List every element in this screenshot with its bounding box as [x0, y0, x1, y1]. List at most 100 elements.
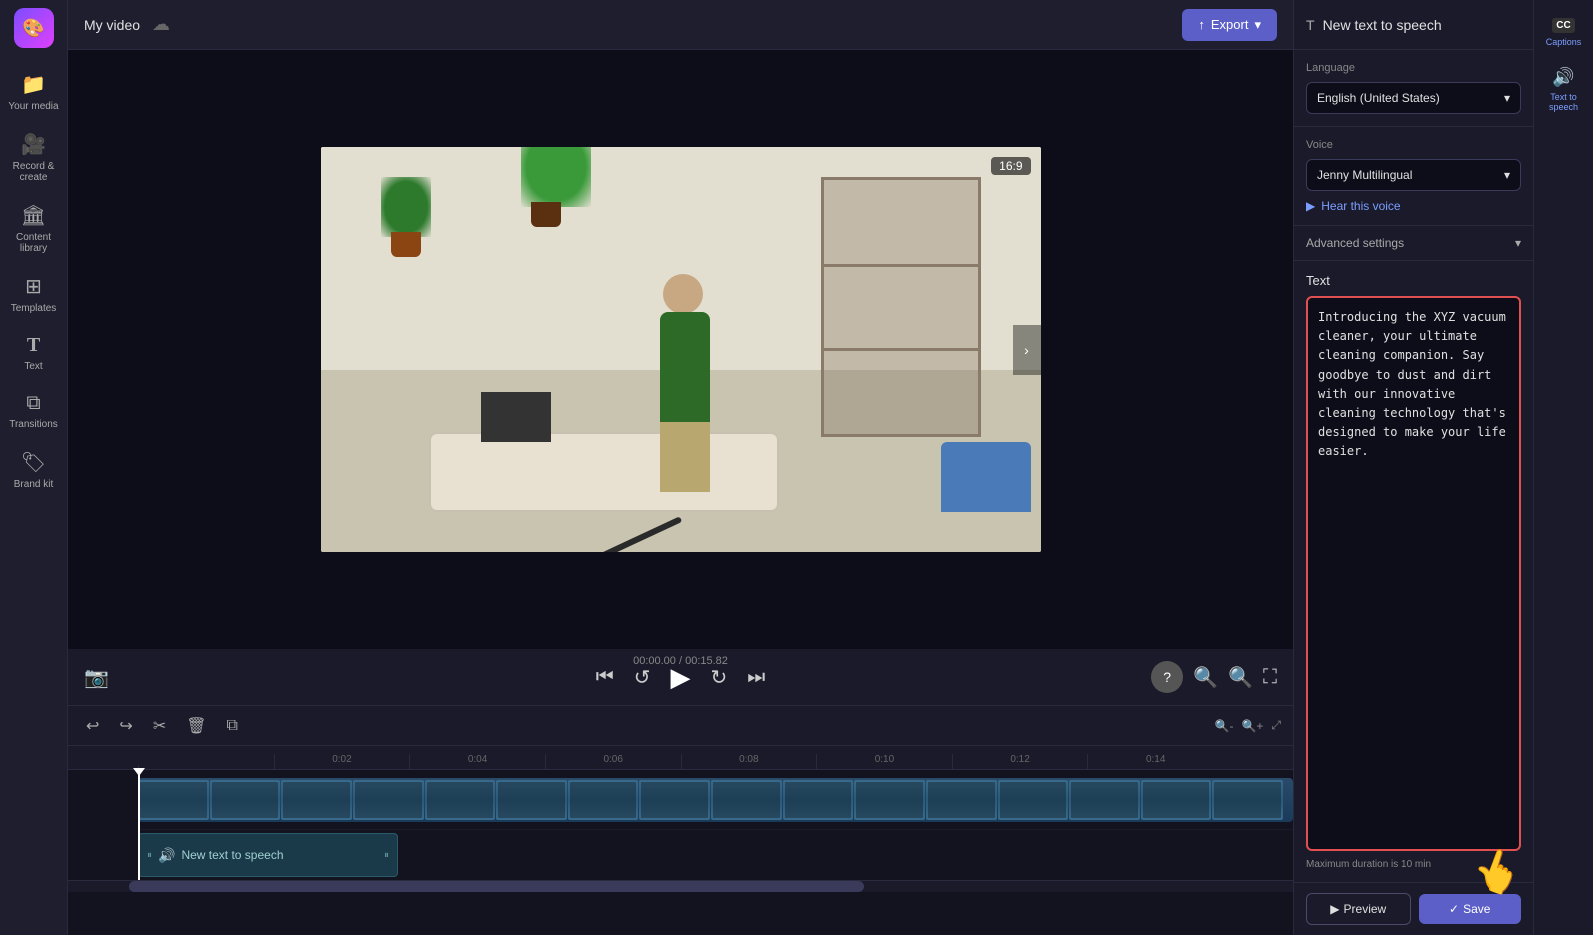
sidebar-item-label-your-media: Your media — [8, 101, 58, 112]
tts-clip-label: New text to speech — [181, 848, 283, 862]
preview-play-icon: ▶ — [1330, 902, 1339, 916]
sidebar-item-your-media[interactable]: 📁 Your media — [2, 64, 66, 120]
rewind-button[interactable]: ↺ — [634, 665, 651, 690]
next-scene-button[interactable]: › — [1013, 325, 1041, 375]
time-display: 00:00.00 / 00:15.82 — [633, 655, 728, 667]
zoom-out-button[interactable]: 🔍 — [1193, 661, 1218, 693]
voice-chevron-icon: ▾ — [1504, 168, 1510, 182]
person — [645, 292, 725, 492]
ruler-mark-0 — [138, 765, 274, 769]
cloud-sync-icon: ☁ — [152, 14, 170, 35]
text-input[interactable] — [1306, 296, 1521, 851]
video-clip[interactable]: 🔊 — [138, 778, 1293, 822]
ruler-mark-4: 0:08 — [681, 754, 817, 769]
tts-panel-icon: T — [1306, 17, 1315, 33]
film-strip-16 — [1212, 780, 1283, 820]
tv-stand — [481, 392, 551, 442]
scrollbar-thumb[interactable] — [129, 881, 864, 892]
film-strip-7 — [568, 780, 639, 820]
film-strip-container — [138, 780, 1283, 820]
language-dropdown[interactable]: English (United States) ▾ — [1306, 82, 1521, 114]
tts-tab-label: Text to speech — [1538, 92, 1589, 112]
advanced-settings-section[interactable]: Advanced settings ▾ — [1294, 226, 1533, 261]
sidebar-item-record-create[interactable]: 🎥 Record &create — [2, 124, 66, 191]
plant-decoration-2 — [521, 147, 571, 227]
sidebar: 🎨 📁 Your media 🎥 Record &create 🏛 Conten… — [0, 0, 68, 935]
ruler-mark-5: 0:10 — [816, 754, 952, 769]
floor-rug — [429, 432, 779, 512]
undo-button[interactable]: ↩ — [80, 712, 105, 740]
video-track[interactable]: 🔊 — [138, 770, 1293, 830]
duplicate-button[interactable]: ⧉ — [221, 713, 244, 739]
tts-handle-right: ⏸ — [384, 850, 389, 861]
preview-button[interactable]: ▶ Preview — [1306, 893, 1411, 925]
your-media-icon: 📁 — [21, 72, 46, 97]
playback-controls: 📷 ⏮ ↺ ▶ ↻ ⏭ 00:00.00 / 00:15.82 ? 🔍 🔍 ⛶ — [68, 649, 1293, 705]
hear-voice-button[interactable]: ▶ Hear this voice — [1306, 199, 1521, 213]
content-library-icon: 🏛 — [21, 203, 46, 228]
film-strip-2 — [210, 780, 281, 820]
tts-tab-icon: 🔊 — [1552, 67, 1574, 88]
sidebar-item-label-transitions: Transitions — [9, 419, 58, 430]
voice-dropdown[interactable]: Jenny Multilingual ▾ — [1306, 159, 1521, 191]
film-strip-13 — [998, 780, 1069, 820]
voice-label: Voice — [1306, 139, 1521, 151]
sofa — [941, 442, 1031, 512]
main-content: My video ☁ ↑ Export ▾ — [68, 0, 1293, 935]
fast-forward-button[interactable]: ↻ — [711, 665, 728, 690]
skip-backward-button[interactable]: ⏮ — [596, 666, 614, 689]
zoom-out-timeline[interactable]: 🔍- — [1215, 719, 1234, 733]
shelf-unit — [821, 177, 981, 437]
film-strip-9 — [711, 780, 782, 820]
timeline-time-display: 🔍- 🔍+ ⤢ — [1215, 718, 1282, 733]
save-button[interactable]: ✓ Save — [1419, 894, 1522, 924]
header: My video ☁ ↑ Export ▾ — [68, 0, 1293, 50]
camera-toggle-button[interactable]: 📷 — [84, 665, 109, 690]
sidebar-item-label-content-library: Contentlibrary — [16, 232, 51, 254]
timeline-ruler: 0:02 0:04 0:06 0:08 0:10 0:12 0:14 — [68, 746, 1293, 770]
play-circle-icon: ▶ — [1306, 199, 1315, 213]
delete-button[interactable]: 🗑 — [180, 712, 212, 740]
language-value: English (United States) — [1317, 91, 1440, 105]
film-strip-8 — [639, 780, 710, 820]
language-label: Language — [1306, 62, 1521, 74]
film-strip-3 — [281, 780, 352, 820]
captions-panel: CC Captions 🔊 Text to speech — [1533, 0, 1593, 935]
sidebar-item-text[interactable]: T Text — [2, 326, 66, 380]
sidebar-item-content-library[interactable]: 🏛 Contentlibrary — [2, 195, 66, 262]
fit-timeline[interactable]: ⤢ — [1271, 718, 1281, 733]
cut-button[interactable]: ✂ — [147, 712, 172, 740]
text-section: Text Maximum duration is 10 min — [1294, 261, 1533, 882]
film-strip-11 — [854, 780, 925, 820]
playhead — [138, 770, 140, 880]
zoom-in-timeline[interactable]: 🔍+ — [1241, 719, 1263, 733]
voice-section: Voice Jenny Multilingual ▾ ▶ Hear this v… — [1294, 127, 1533, 226]
panel-header: T New text to speech — [1294, 0, 1533, 50]
captions-tab[interactable]: CC Captions — [1542, 12, 1586, 53]
redo-button[interactable]: ↪ — [113, 712, 138, 740]
timeline-scrollbar[interactable] — [68, 880, 1293, 892]
tts-tab[interactable]: 🔊 Text to speech — [1534, 61, 1593, 118]
sidebar-item-label-templates: Templates — [11, 303, 57, 314]
zoom-in-button[interactable]: 🔍 — [1228, 661, 1253, 693]
advanced-settings-label: Advanced settings — [1306, 236, 1404, 250]
preview-label: Preview — [1344, 902, 1387, 916]
captions-icon: CC — [1552, 18, 1574, 33]
video-area: 16:9 › — [68, 50, 1293, 649]
media-controls-left: 📷 — [84, 665, 109, 690]
save-label: Save — [1463, 902, 1490, 916]
transitions-icon: ⧉ — [26, 392, 40, 415]
brand-kit-icon: 🏷 — [21, 450, 46, 475]
sidebar-item-templates[interactable]: ⊞ Templates — [2, 266, 66, 322]
export-button[interactable]: ↑ Export ▾ — [1182, 9, 1277, 41]
panel-title: New text to speech — [1323, 17, 1442, 33]
project-title: My video — [84, 17, 140, 33]
fullscreen-button[interactable]: ⛶ — [1263, 661, 1277, 693]
film-strip-4 — [353, 780, 424, 820]
sidebar-item-brand-kit[interactable]: 🏷 Brand kit — [2, 442, 66, 498]
tts-timeline-clip[interactable]: ⏸ 🔊 New text to speech ⏸ — [138, 833, 398, 877]
sidebar-item-transitions[interactable]: ⧉ Transitions — [2, 384, 66, 438]
language-section: Language English (United States) ▾ — [1294, 50, 1533, 127]
skip-forward-button[interactable]: ⏭ — [747, 666, 765, 689]
help-button[interactable]: ? — [1151, 661, 1183, 693]
